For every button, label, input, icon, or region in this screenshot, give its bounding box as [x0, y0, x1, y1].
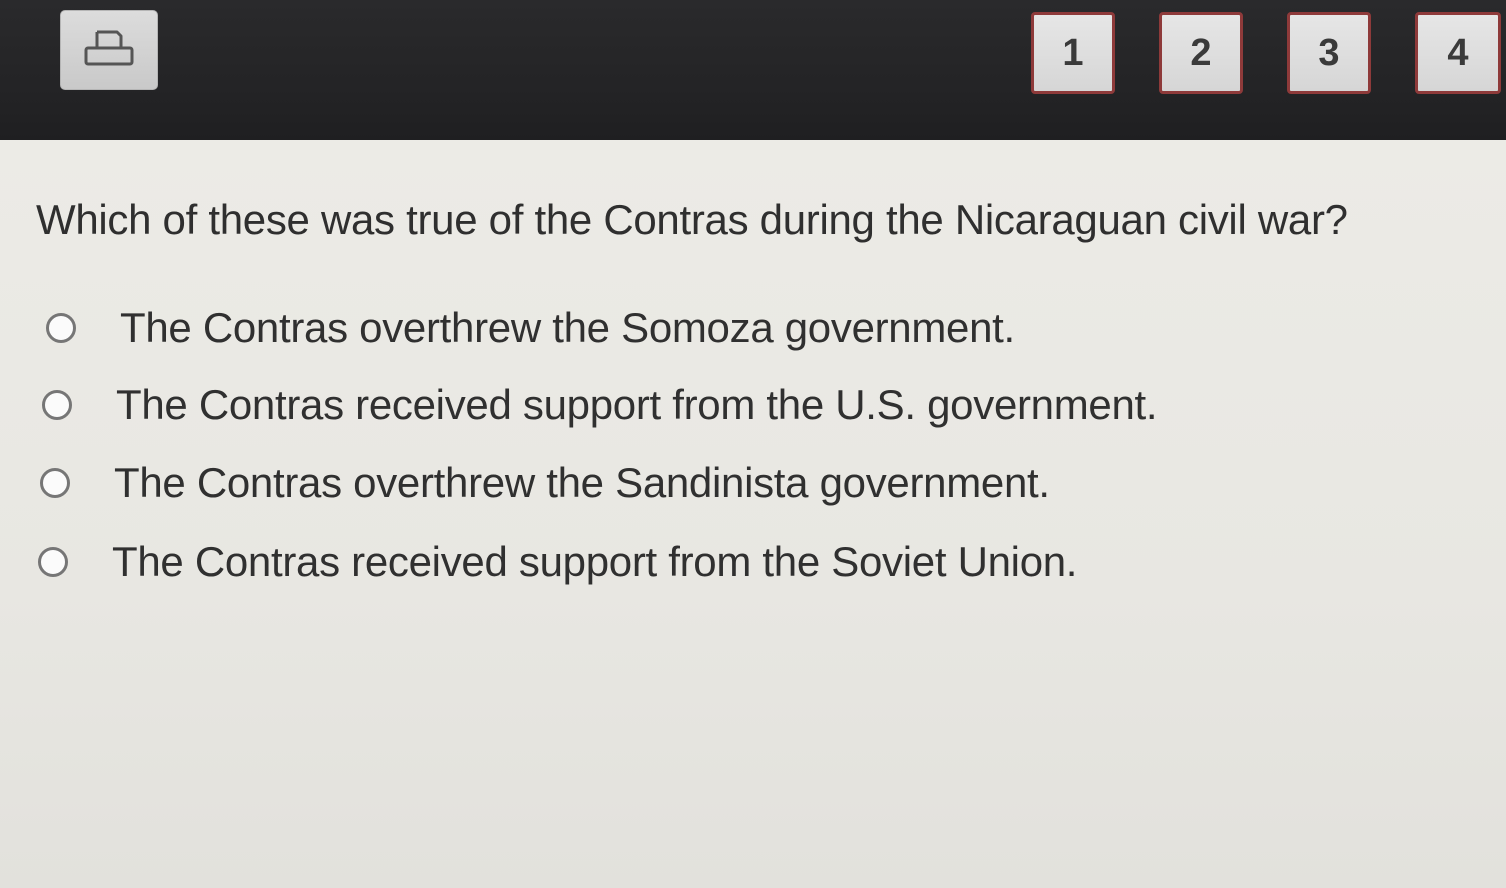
- answer-option-4[interactable]: The Contras received support from the So…: [38, 538, 1077, 586]
- question-text: Which of these was true of the Contras d…: [36, 196, 1348, 243]
- question-panel: Which of these was true of the Contras d…: [0, 140, 1506, 888]
- answer-option-label: The Contras overthrew the Sandinista gov…: [114, 459, 1050, 506]
- question-number-1[interactable]: 1: [1031, 12, 1115, 94]
- printer-icon: [81, 28, 137, 72]
- question-number-2[interactable]: 2: [1159, 12, 1243, 94]
- answer-option-3[interactable]: The Contras overthrew the Sandinista gov…: [40, 459, 1050, 507]
- radio-button[interactable]: [38, 547, 68, 577]
- radio-button[interactable]: [46, 313, 76, 343]
- question-number-3[interactable]: 3: [1287, 12, 1371, 94]
- radio-button[interactable]: [40, 468, 70, 498]
- answer-option-1[interactable]: The Contras overthrew the Somoza governm…: [46, 304, 1015, 352]
- answer-option-label: The Contras received support from the U.…: [116, 381, 1158, 428]
- answer-option-2[interactable]: The Contras received support from the U.…: [42, 381, 1158, 429]
- answer-option-label: The Contras received support from the So…: [112, 538, 1078, 585]
- print-button[interactable]: [60, 10, 158, 90]
- radio-button[interactable]: [42, 390, 72, 420]
- question-number-4[interactable]: 4: [1415, 12, 1501, 94]
- top-toolbar: 1 2 3 4: [0, 0, 1506, 140]
- answer-option-label: The Contras overthrew the Somoza governm…: [120, 304, 1015, 351]
